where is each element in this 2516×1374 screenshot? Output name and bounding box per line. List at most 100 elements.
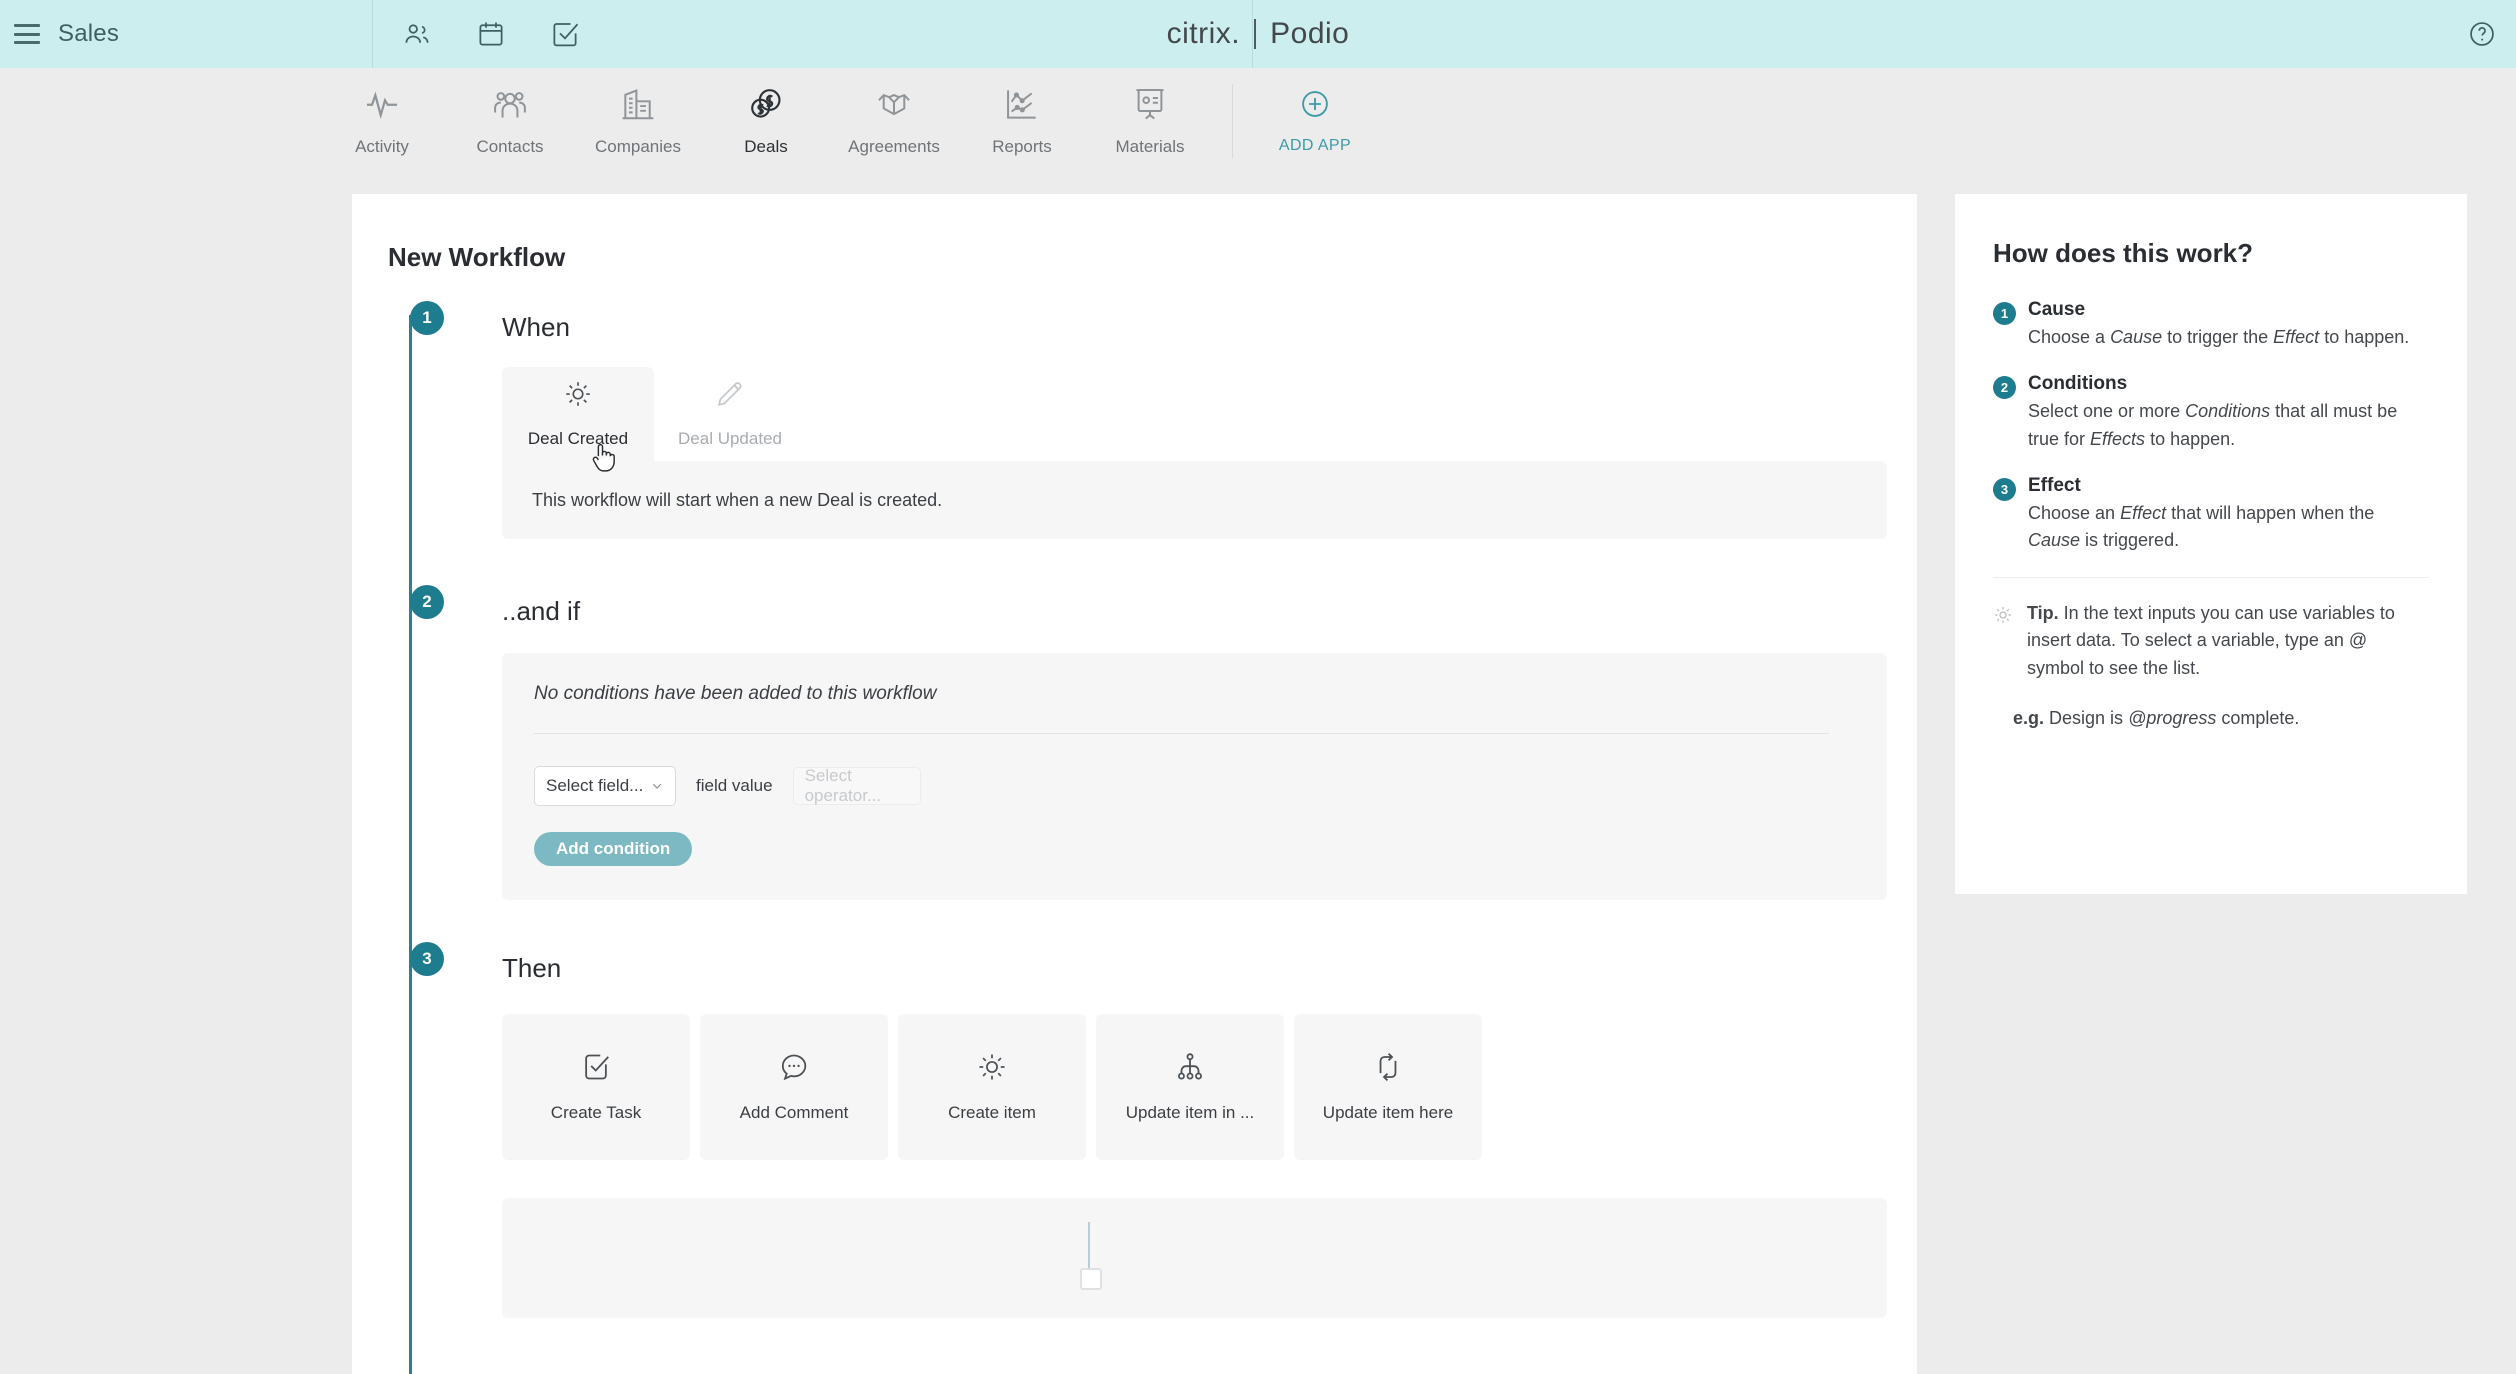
action-label: Create item [948, 1103, 1036, 1122]
sun-sparkle-icon [976, 1051, 1008, 1083]
step-label-when: When [502, 311, 570, 342]
app-nav-label: Agreements [848, 137, 940, 156]
workflow-step-then: 3 Then Create Task Add Comment Create it… [388, 942, 1917, 1318]
help-sidebar: How does this work? 1 Cause Choose a Cau… [1955, 194, 2467, 894]
select-field-value: Select field... [546, 776, 644, 795]
app-nav-item-materials[interactable]: Materials [1086, 82, 1214, 157]
step-pin-2: 2 [410, 585, 444, 619]
sidebar-step-conditions: 2 Conditions Select one or more Conditio… [1993, 373, 2429, 453]
add-condition-button[interactable]: Add condition [534, 832, 693, 866]
sidebar-step-heading: Cause [2028, 299, 2086, 320]
trigger-description: This workflow will start when a new Deal… [502, 461, 1887, 539]
brand-citrix-text: citrix. [1166, 17, 1241, 50]
pencil-edit-icon [715, 379, 745, 414]
trigger-label: Deal Created [527, 429, 629, 448]
workflow-editor-card: New Workflow 1 When Deal Created Deal Up… [352, 194, 1917, 1374]
panel-connector-line [1088, 1222, 1090, 1268]
comment-bubble-icon [778, 1051, 810, 1083]
sidebar-tip: Tip. In the text inputs you can use vari… [1993, 600, 2429, 729]
sidebar-tip-example-pre: Design is [2044, 707, 2129, 728]
sidebar-title: How does this work? [1993, 238, 2254, 268]
workspace-name[interactable]: Sales [58, 20, 119, 48]
sidebar-step-number: 3 [1993, 478, 2016, 502]
sidebar-tip-body: In the text inputs you can use variables… [2027, 602, 2395, 678]
step-pin-1: 1 [410, 301, 444, 335]
sidebar-step-heading: Conditions [2028, 373, 2128, 395]
action-label: Create Task [550, 1103, 642, 1122]
sidebar-step-heading: Effect [2028, 475, 2081, 497]
step-number-3: 3 [410, 942, 444, 976]
app-navigation: Activity Contacts Companies Deals Agreem… [0, 68, 2516, 190]
app-nav-item-agreements[interactable]: Agreements [830, 82, 958, 157]
trigger-tab-deal-updated[interactable]: Deal Updated [654, 367, 806, 461]
companies-building-icon [619, 82, 657, 126]
select-field-dropdown[interactable]: Select field... [534, 766, 676, 806]
sidebar-step-number: 2 [1993, 376, 2016, 400]
action-card-add-comment[interactable]: Add Comment [700, 1014, 888, 1160]
add-app-label: ADD APP [1278, 137, 1352, 154]
activity-pulse-icon [363, 82, 401, 126]
app-nav-item-companies[interactable]: Companies [574, 82, 702, 157]
hamburger-menu-icon[interactable] [14, 24, 40, 44]
app-nav-item-reports[interactable]: Reports [958, 82, 1086, 157]
sidebar-step-description: Select one or more Conditions that all m… [2028, 401, 2398, 449]
app-nav-label: Deals [744, 137, 788, 156]
question-mark-circle-icon[interactable] [2466, 18, 2498, 50]
page-title: New Workflow [388, 242, 566, 272]
conditions-empty-message: No conditions have been added to this wo… [534, 683, 937, 704]
step-number-2: 2 [410, 585, 444, 619]
brand-separator [1254, 19, 1257, 49]
action-label: Update item here [1322, 1103, 1454, 1122]
app-nav-divider [1232, 84, 1233, 158]
sidebar-tip-text: Tip. In the text inputs you can use vari… [2027, 600, 2427, 682]
app-nav-label: Materials [1115, 137, 1185, 156]
hierarchy-tree-icon [1174, 1051, 1206, 1083]
topbar-quick-icons [400, 0, 582, 68]
chevron-down-icon [650, 779, 664, 793]
action-card-create-task[interactable]: Create Task [502, 1014, 690, 1160]
app-nav-label: Contacts [476, 137, 544, 156]
trigger-tab-deal-created[interactable]: Deal Created [502, 367, 654, 461]
trigger-section: Deal Created Deal Updated This workflow … [502, 367, 1917, 539]
plus-circle-icon [1298, 82, 1332, 126]
sidebar-step-number: 1 [1993, 302, 2016, 325]
condition-row: Select field... field value Select opera… [534, 766, 1855, 806]
select-operator-input[interactable]: Select operator... [792, 766, 921, 805]
deals-coin-dollar-icon [747, 82, 785, 126]
refresh-loop-icon [1372, 1051, 1404, 1083]
sidebar-step-effect: 3 Effect Choose an Effect that will happ… [1993, 475, 2429, 555]
sidebar-tip-label: Tip. [2027, 602, 2059, 623]
field-value-label: field value [696, 776, 773, 795]
add-app-button[interactable]: ADD APP [1251, 82, 1379, 155]
conditions-panel: No conditions have been added to this wo… [502, 653, 1887, 900]
topbar-divider-left [372, 0, 373, 68]
sidebar-step-cause: 1 Cause Choose a Cause to trigger the Ef… [1993, 299, 2429, 351]
sidebar-steps-list: 1 Cause Choose a Cause to trigger the Ef… [1993, 299, 2429, 555]
app-nav-item-deals[interactable]: Deals [702, 82, 830, 157]
trigger-tabs: Deal Created Deal Updated [502, 367, 1917, 461]
reports-chart-icon [1003, 82, 1041, 126]
sidebar-tip-example-label: e.g. [2013, 707, 2045, 728]
action-card-create-item[interactable]: Create item [898, 1014, 1086, 1160]
step-label-and-if: ..and if [502, 595, 581, 626]
action-label: Update item in ... [1125, 1103, 1255, 1122]
action-card-update-item-in-app[interactable]: Update item in ... [1096, 1014, 1284, 1160]
workflow-step-conditions: 2 ..and if No conditions have been added… [388, 585, 1917, 900]
trigger-label: Deal Updated [678, 429, 782, 448]
sun-sparkle-icon [1993, 605, 2013, 729]
workflow-step-when: 1 When Deal Created Deal Updated This wo… [388, 301, 1917, 539]
effect-action-cards: Create Task Add Comment Create item Upda… [502, 1014, 1917, 1160]
action-card-update-item-here[interactable]: Update item here [1294, 1014, 1482, 1160]
select-operator-placeholder: Select operator... [804, 766, 882, 805]
effect-configuration-panel [502, 1198, 1887, 1318]
app-nav-item-contacts[interactable]: Contacts [446, 82, 574, 157]
sidebar-step-description: Choose an Effect that will happen when t… [2028, 503, 2375, 551]
tasks-checkbox-icon[interactable] [548, 17, 582, 51]
sun-sparkle-icon [563, 379, 593, 414]
brand-logo: citrix. Podio [0, 0, 2516, 68]
sidebar-divider [1993, 576, 2429, 578]
app-nav-item-activity[interactable]: Activity [318, 82, 446, 157]
sidebar-tip-example-post: complete. [2216, 707, 2300, 728]
calendar-icon[interactable] [474, 17, 508, 51]
contacts-people-icon[interactable] [400, 17, 434, 51]
